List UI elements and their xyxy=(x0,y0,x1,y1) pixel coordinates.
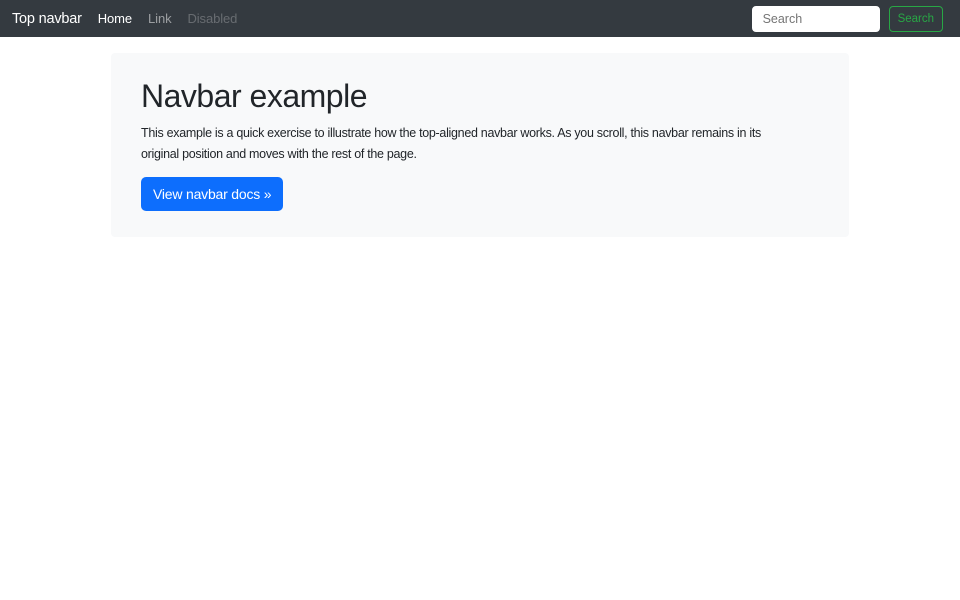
top-navbar: Top navbar Home Link Disabled Search xyxy=(0,0,960,37)
search-form: Search xyxy=(751,5,943,32)
search-input[interactable] xyxy=(751,5,880,32)
page-content: Navbar example This example is a quick e… xyxy=(0,53,960,237)
lead-paragraph: This example is a quick exercise to illu… xyxy=(141,123,819,165)
nav-link-home[interactable]: Home xyxy=(90,11,140,26)
view-navbar-docs-button[interactable]: View navbar docs » xyxy=(141,177,284,211)
nav-link-disabled: Disabled xyxy=(187,11,238,26)
navbar-nav: Home Link Disabled xyxy=(90,11,246,26)
nav-link-link[interactable]: Link xyxy=(140,11,179,26)
navbar-brand[interactable]: Top navbar xyxy=(12,11,82,27)
lead-line-1: This example is a quick exercise to illu… xyxy=(141,126,761,140)
page-title: Navbar example xyxy=(141,78,368,114)
lead-line-2: original position and moves with the res… xyxy=(141,147,417,161)
search-button[interactable]: Search xyxy=(888,5,943,32)
jumbotron: Navbar example This example is a quick e… xyxy=(111,53,849,237)
